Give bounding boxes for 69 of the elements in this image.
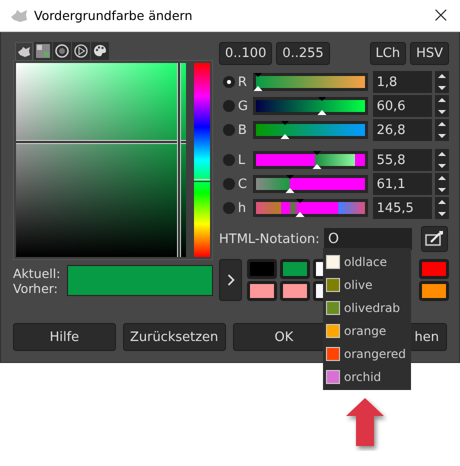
eyedropper-button[interactable] (421, 226, 448, 252)
value-field[interactable]: 55,8 (372, 149, 432, 171)
channel-label: L (238, 152, 246, 168)
slider-thumb[interactable] (312, 151, 322, 169)
radio-button[interactable] (223, 202, 235, 214)
value-field[interactable]: 145,5 (372, 197, 432, 219)
grid-icon (36, 44, 50, 58)
model-button[interactable]: HSV (410, 42, 449, 65)
radio-button[interactable] (223, 100, 235, 112)
html-notation-label: HTML-Notation: (219, 232, 321, 246)
slider-track[interactable] (252, 97, 368, 115)
html-notation-field[interactable]: O (324, 228, 412, 250)
slider-track[interactable] (252, 151, 368, 169)
value-field[interactable]: 60,6 (372, 95, 432, 117)
slider-thumb[interactable] (295, 199, 306, 217)
suggestion-item[interactable]: oldlace (323, 250, 411, 273)
mascot-icon (17, 46, 31, 58)
model-button[interactable]: LCh (370, 42, 406, 65)
value-field[interactable]: 1,8 (372, 71, 432, 93)
channel-label: B (238, 122, 248, 138)
color-swatch[interactable] (247, 259, 277, 279)
channel-label: R (238, 74, 248, 90)
color-swatch[interactable] (280, 259, 310, 279)
chevron-icon (226, 274, 234, 286)
range-button[interactable]: 0..100 (219, 42, 272, 65)
expand-button[interactable] (219, 259, 242, 301)
value-field[interactable]: 61,1 (372, 173, 432, 195)
eyedropper-icon (424, 230, 444, 248)
slider-track[interactable] (252, 199, 368, 217)
slider-track[interactable] (252, 175, 368, 193)
channel-label: h (238, 200, 248, 216)
picker-tab[interactable] (15, 42, 33, 60)
picker-tab[interactable] (72, 42, 90, 60)
app-icon (10, 8, 28, 22)
hue-strip[interactable] (194, 63, 210, 257)
color-square[interactable] (16, 63, 186, 257)
range-button[interactable]: 0..255 (276, 42, 330, 65)
radio-button[interactable] (223, 154, 235, 166)
dialog-button[interactable]: Hilfe (13, 323, 116, 351)
color-swatch[interactable] (280, 281, 310, 301)
palette-icon (93, 44, 107, 58)
close-button[interactable]: × (432, 4, 450, 26)
slider-thumb[interactable] (252, 73, 263, 91)
previous-label: Vorher: (13, 280, 59, 296)
color-swatch[interactable] (419, 259, 449, 279)
play-icon (74, 44, 88, 58)
current-label: Aktuell: (13, 266, 62, 280)
radio-button[interactable] (223, 76, 235, 88)
suggestion-item[interactable]: olive (323, 273, 411, 296)
picker-tab[interactable] (34, 42, 52, 60)
channel-label: C (238, 176, 248, 192)
dialog-button[interactable]: Zurücksetzen (122, 323, 226, 351)
window-title: Vordergrundfarbe ändern (34, 8, 194, 23)
slider-track[interactable] (252, 73, 368, 91)
suggestion-item[interactable]: orchid (323, 365, 411, 388)
picker-tab[interactable] (53, 42, 71, 60)
slider-track[interactable] (252, 121, 368, 139)
circle-icon (55, 44, 69, 58)
channel-label: G (238, 98, 249, 114)
picker-tab[interactable] (91, 42, 109, 60)
color-swatch[interactable] (247, 281, 277, 301)
slider-thumb[interactable] (317, 97, 328, 115)
slider-thumb[interactable] (284, 175, 295, 193)
color-swatch[interactable] (419, 281, 449, 301)
radio-button[interactable] (223, 178, 235, 190)
slider-thumb[interactable] (280, 121, 290, 139)
suggestion-item[interactable]: olivedrab (323, 296, 411, 319)
radio-button[interactable] (223, 124, 235, 136)
value-field[interactable]: 26,8 (372, 119, 432, 141)
